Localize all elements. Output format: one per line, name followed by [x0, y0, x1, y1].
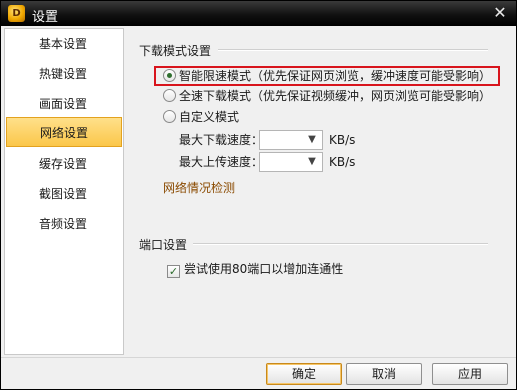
radio-button[interactable]: [163, 110, 176, 123]
close-icon[interactable]: ✕: [490, 3, 510, 23]
sidebar-item-audio[interactable]: 音频设置: [6, 209, 122, 239]
download-unit-label: KB/s: [329, 133, 356, 147]
settings-sidebar: 基本设置 热键设置 画面设置 网络设置 缓存设置 截图设置 音频设置: [4, 28, 124, 355]
settings-window: D 设置 ✕ 基本设置 热键设置 画面设置 网络设置 缓存设置 截图设置 音频设…: [0, 0, 517, 390]
chevron-down-icon[interactable]: ▼: [305, 154, 319, 170]
ok-button[interactable]: 确定: [266, 363, 342, 385]
group-divider: [193, 243, 488, 245]
upload-unit-label: KB/s: [329, 155, 356, 169]
radio-custom-mode[interactable]: 自定义模式: [163, 108, 239, 126]
max-download-label: 最大下载速度：: [179, 133, 264, 147]
window-title: 设置: [32, 10, 59, 25]
radio-smart-limit[interactable]: 智能限速模式（优先保证网页浏览，缓冲速度可能受影响）: [163, 67, 491, 85]
port80-checkbox-row[interactable]: ✓ 尝试使用80端口以增加连通性: [167, 261, 344, 278]
max-upload-label: 最大上传速度：: [179, 155, 264, 169]
radio-button-selected[interactable]: [163, 69, 176, 82]
radio-full-speed[interactable]: 全速下载模式（优先保证视频缓冲，网页浏览可能受影响）: [163, 87, 491, 105]
apply-button[interactable]: 应用: [432, 363, 508, 385]
sidebar-item-hotkey[interactable]: 热键设置: [6, 59, 122, 89]
app-logo-icon: D: [8, 5, 25, 22]
download-mode-group-title: 下载模式设置: [139, 44, 212, 58]
radio-label: 全速下载模式（优先保证视频缓冲，网页浏览可能受影响）: [179, 89, 492, 103]
radio-button[interactable]: [163, 89, 176, 102]
sidebar-item-network[interactable]: 网络设置: [6, 117, 122, 147]
port-group-title: 端口设置: [139, 238, 188, 252]
dialog-footer: 确定 取消 应用: [1, 357, 516, 390]
radio-label: 智能限速模式（优先保证网页浏览，缓冲速度可能受影响）: [179, 69, 492, 83]
title-bar[interactable]: D 设置 ✕: [1, 1, 516, 26]
sidebar-item-screenshot[interactable]: 截图设置: [6, 179, 122, 209]
network-check-link[interactable]: 网络情况检测: [163, 179, 235, 196]
group-divider: [218, 49, 488, 51]
chevron-down-icon[interactable]: ▼: [305, 132, 319, 148]
max-upload-select[interactable]: ▼: [259, 152, 323, 172]
max-download-select[interactable]: ▼: [259, 130, 323, 150]
port80-label: 尝试使用80端口以增加连通性: [184, 262, 344, 276]
sidebar-item-display[interactable]: 画面设置: [6, 89, 122, 119]
sidebar-item-cache[interactable]: 缓存设置: [6, 149, 122, 179]
network-settings-panel: 下载模式设置 智能限速模式（优先保证网页浏览，缓冲速度可能受影响） 全速下载模式…: [126, 28, 516, 355]
checkbox-checked[interactable]: ✓: [167, 265, 180, 278]
radio-label: 自定义模式: [179, 110, 240, 124]
sidebar-item-basic[interactable]: 基本设置: [6, 29, 122, 59]
cancel-button[interactable]: 取消: [346, 363, 422, 385]
